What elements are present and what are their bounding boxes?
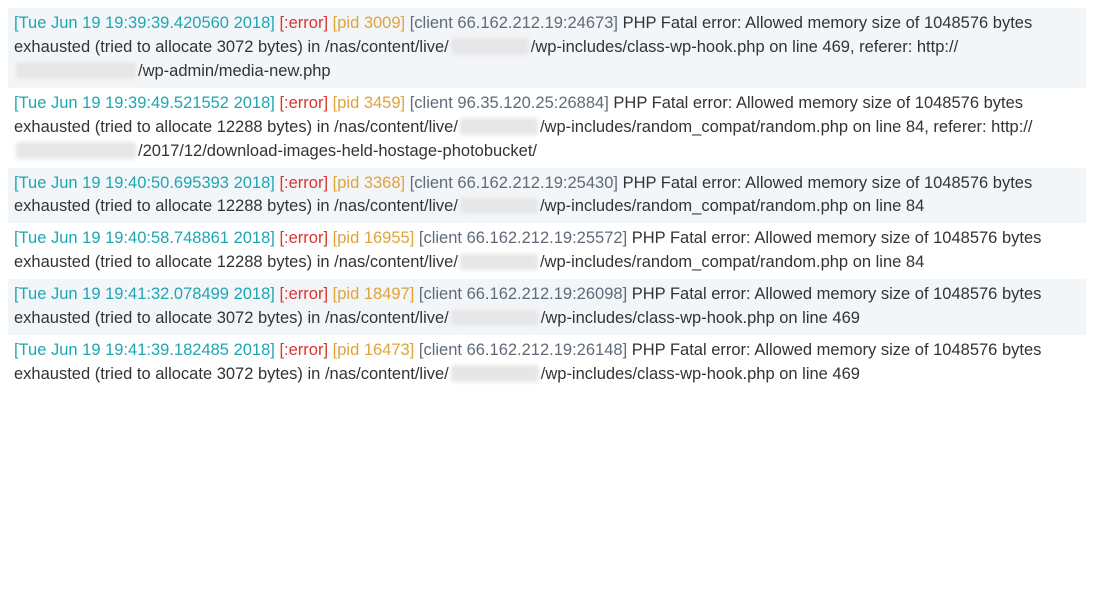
log-message-part: /wp-includes/random_compat/random.php on… (540, 253, 924, 271)
log-level: [:error] (279, 285, 328, 303)
log-row: [Tue Jun 19 19:40:58.748861 2018] [:erro… (8, 223, 1086, 279)
log-row: [Tue Jun 19 19:40:50.695393 2018] [:erro… (8, 168, 1086, 224)
log-timestamp: [Tue Jun 19 19:39:39.420560 2018] (14, 14, 275, 32)
log-row: [Tue Jun 19 19:39:39.420560 2018] [:erro… (8, 8, 1086, 88)
log-timestamp: [Tue Jun 19 19:41:32.078499 2018] (14, 285, 275, 303)
log-client: [client 66.162.212.19:24673] (410, 14, 618, 32)
redacted-text (451, 310, 539, 327)
log-message-part: /wp-includes/class-wp-hook.php on line 4… (531, 38, 958, 56)
log-message-part: /wp-includes/random_compat/random.php on… (540, 197, 924, 215)
log-level: [:error] (279, 341, 328, 359)
log-timestamp: [Tue Jun 19 19:39:49.521552 2018] (14, 94, 275, 112)
log-client: [client 96.35.120.25:26884] (410, 94, 609, 112)
log-row: [Tue Jun 19 19:41:32.078499 2018] [:erro… (8, 279, 1086, 335)
log-message-part: /wp-includes/class-wp-hook.php on line 4… (541, 309, 860, 327)
redacted-text (16, 142, 136, 159)
log-level: [:error] (279, 94, 328, 112)
redacted-text (460, 198, 538, 215)
redacted-text (460, 254, 538, 271)
log-client: [client 66.162.212.19:26098] (419, 285, 627, 303)
redacted-text (451, 38, 529, 55)
log-row: [Tue Jun 19 19:39:49.521552 2018] [:erro… (8, 88, 1086, 168)
log-pid: [pid 3459] (333, 94, 405, 112)
log-pid: [pid 16473] (333, 341, 415, 359)
log-level: [:error] (279, 174, 328, 192)
log-message-part: /wp-includes/class-wp-hook.php on line 4… (541, 365, 860, 383)
log-pid: [pid 3368] (333, 174, 405, 192)
log-pid: [pid 18497] (333, 285, 415, 303)
log-timestamp: [Tue Jun 19 19:40:58.748861 2018] (14, 229, 275, 247)
log-message-part: /2017/12/download-images-held-hostage-ph… (138, 142, 537, 160)
log-list: [Tue Jun 19 19:39:39.420560 2018] [:erro… (8, 8, 1086, 391)
log-client: [client 66.162.212.19:25430] (410, 174, 618, 192)
log-pid: [pid 3009] (333, 14, 405, 32)
log-client: [client 66.162.212.19:25572] (419, 229, 627, 247)
redacted-text (451, 365, 539, 382)
redacted-text (460, 118, 538, 135)
log-level: [:error] (279, 229, 328, 247)
log-client: [client 66.162.212.19:26148] (419, 341, 627, 359)
log-level: [:error] (279, 14, 328, 32)
log-message-part: /wp-includes/random_compat/random.php on… (540, 118, 1033, 136)
log-timestamp: [Tue Jun 19 19:41:39.182485 2018] (14, 341, 275, 359)
log-row: [Tue Jun 19 19:41:39.182485 2018] [:erro… (8, 335, 1086, 391)
log-timestamp: [Tue Jun 19 19:40:50.695393 2018] (14, 174, 275, 192)
log-message-part: /wp-admin/media-new.php (138, 62, 331, 80)
redacted-text (16, 62, 136, 79)
log-pid: [pid 16955] (333, 229, 415, 247)
